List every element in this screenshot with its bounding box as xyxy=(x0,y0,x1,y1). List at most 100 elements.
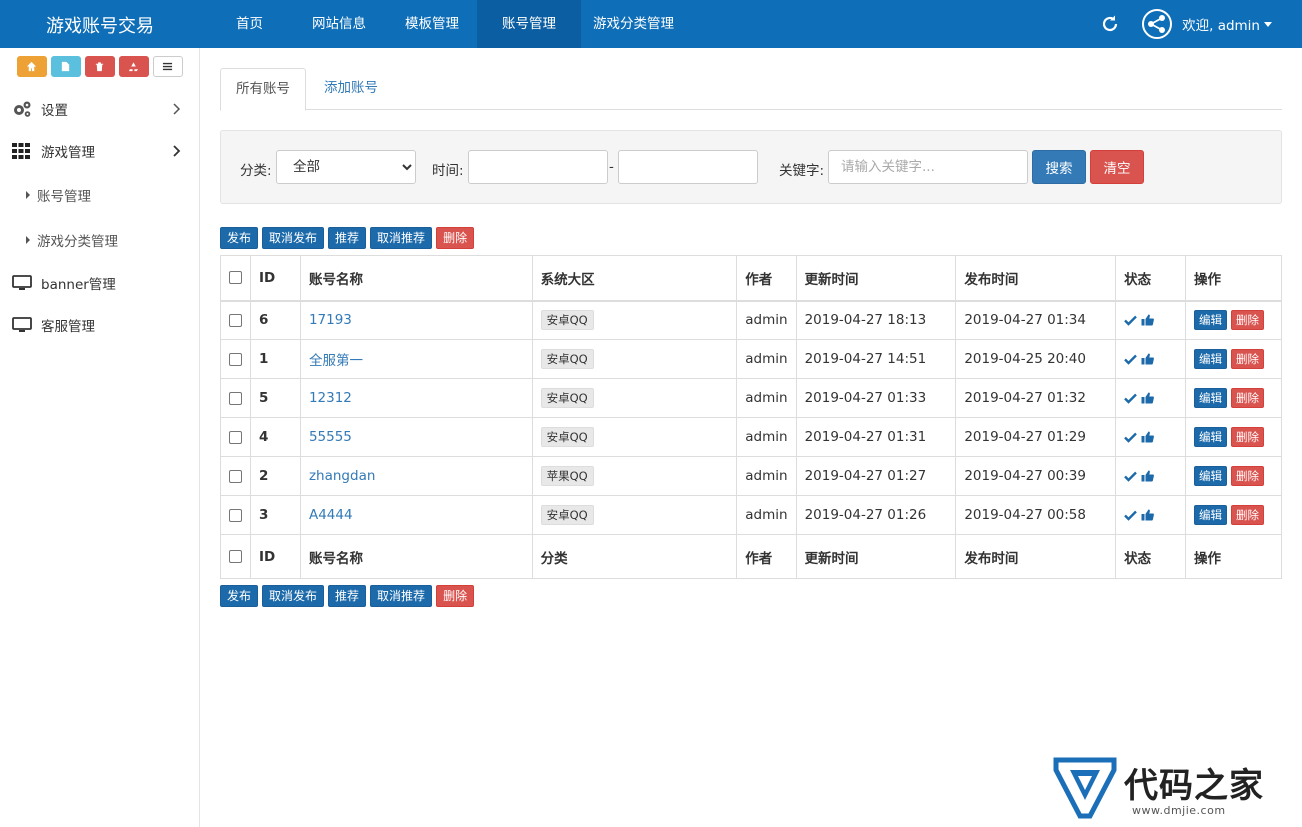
tab-all-accounts[interactable]: 所有账号 xyxy=(220,68,306,111)
trash-button[interactable] xyxy=(84,56,115,77)
account-name-link[interactable]: 12312 xyxy=(309,390,352,406)
filter-panel: 分类: 全部 时间: - 关键字: 搜索 清空 xyxy=(220,130,1282,204)
unrecommend-button[interactable]: 取消推荐 xyxy=(370,585,433,607)
edit-button[interactable]: 编辑 xyxy=(1194,349,1228,369)
sidebar-item-customer-service[interactable]: 客服管理 xyxy=(0,304,199,346)
watermark-logo: 代码之家 www.dmjie.com xyxy=(1052,756,1292,822)
recycle-button[interactable] xyxy=(118,56,149,77)
sidebar-item-label: 账号管理 xyxy=(37,188,91,205)
end-time-input[interactable] xyxy=(618,150,758,184)
row-checkbox[interactable] xyxy=(229,508,242,522)
refresh-icon[interactable] xyxy=(1100,14,1120,34)
keyword-input[interactable] xyxy=(828,150,1028,184)
unrecommend-button[interactable]: 取消推荐 xyxy=(370,227,433,249)
nav-game-category[interactable]: 游戏分类管理 xyxy=(581,0,686,48)
sidebar-item-label: banner管理 xyxy=(41,277,116,293)
zone-badge: 安卓QQ xyxy=(540,349,594,369)
account-name-link[interactable]: 全服第一 xyxy=(309,353,363,369)
header-name: 账号名称 xyxy=(299,255,533,302)
grid-icon xyxy=(12,143,30,159)
row-checkbox[interactable] xyxy=(229,391,242,405)
file-button[interactable] xyxy=(50,56,81,77)
thumbs-up-icon xyxy=(1141,353,1155,365)
chevron-right-icon xyxy=(173,103,181,115)
row-checkbox[interactable] xyxy=(229,352,242,366)
user-menu[interactable]: 欢迎, admin xyxy=(1142,9,1272,39)
row-select xyxy=(220,456,251,496)
edit-button[interactable]: 编辑 xyxy=(1194,466,1228,486)
edit-button[interactable]: 编辑 xyxy=(1194,427,1228,447)
sidebar-subitem-account[interactable]: 账号管理 xyxy=(0,172,199,217)
row-actions: 编辑 删除 xyxy=(1185,417,1282,457)
nav-site-info[interactable]: 网站信息 xyxy=(291,0,387,48)
row-status xyxy=(1115,417,1187,457)
start-time-input[interactable] xyxy=(468,150,608,184)
row-checkbox[interactable] xyxy=(229,469,242,483)
table-row: 5 12312 安卓QQ admin 2019-04-27 01:33 2019-04-2… xyxy=(220,378,1282,418)
sidebar-item-game-management[interactable]: 游戏管理 xyxy=(0,130,199,172)
edit-button[interactable]: 编辑 xyxy=(1194,505,1228,525)
tab-add-account[interactable]: 添加账号 xyxy=(306,68,396,110)
trash-icon xyxy=(95,62,104,72)
publish-button[interactable]: 发布 xyxy=(220,585,259,607)
search-button[interactable]: 搜索 xyxy=(1032,150,1086,184)
category-select[interactable]: 全部 xyxy=(276,150,416,184)
row-updated: 2019-04-27 01:33 xyxy=(795,378,957,418)
watermark-url: www.dmjie.com xyxy=(1132,804,1226,817)
publish-button[interactable]: 发布 xyxy=(220,227,259,249)
check-icon xyxy=(1124,354,1137,365)
sidebar-item-label: 客服管理 xyxy=(41,319,95,335)
row-delete-button[interactable]: 删除 xyxy=(1231,310,1265,331)
row-checkbox[interactable] xyxy=(229,430,242,444)
account-name-link[interactable]: 55555 xyxy=(309,429,352,445)
sidebar-subitem-game-category[interactable]: 游戏分类管理 xyxy=(0,217,199,262)
unpublish-button[interactable]: 取消发布 xyxy=(262,227,325,249)
check-icon xyxy=(1124,510,1137,521)
delete-button[interactable]: 删除 xyxy=(436,585,475,607)
triangle-right-icon xyxy=(26,190,30,199)
thumbs-up-icon xyxy=(1141,314,1155,326)
account-name-link[interactable]: zhangdan xyxy=(309,468,375,484)
list-button[interactable] xyxy=(152,56,183,77)
row-author: admin xyxy=(736,378,797,418)
sidebar-item-banner[interactable]: banner管理 xyxy=(0,262,199,304)
footer-published: 发布时间 xyxy=(955,534,1117,579)
table-row: 1 全服第一 安卓QQ admin 2019-04-27 14:51 2019-04-25… xyxy=(220,339,1282,379)
row-published: 2019-04-25 20:40 xyxy=(955,339,1117,379)
home-button[interactable] xyxy=(16,56,47,77)
row-delete-button[interactable]: 删除 xyxy=(1231,466,1265,486)
row-select xyxy=(220,417,251,457)
row-id: 2 xyxy=(250,456,301,496)
unpublish-button[interactable]: 取消发布 xyxy=(262,585,325,607)
row-delete-button[interactable]: 删除 xyxy=(1231,505,1265,525)
nav-account[interactable]: 账号管理 xyxy=(477,0,581,48)
top-navbar: 游戏账号交易 首页 网站信息 模板管理 账号管理 游戏分类管理 欢迎, admi… xyxy=(0,0,1302,48)
select-all-checkbox[interactable] xyxy=(229,550,242,563)
home-icon xyxy=(26,61,37,72)
sidebar-item-label: 游戏分类管理 xyxy=(37,233,118,250)
row-delete-button[interactable]: 删除 xyxy=(1231,427,1265,447)
row-delete-button[interactable]: 删除 xyxy=(1231,388,1265,408)
edit-button[interactable]: 编辑 xyxy=(1194,310,1228,331)
edit-button[interactable]: 编辑 xyxy=(1194,388,1228,408)
app-title[interactable]: 游戏账号交易 xyxy=(46,12,154,38)
recommend-button[interactable]: 推荐 xyxy=(328,585,367,607)
row-name-cell: 17193 xyxy=(299,300,533,340)
nav-template[interactable]: 模板管理 xyxy=(387,0,477,48)
user-greeting: 欢迎, admin xyxy=(1182,18,1260,34)
check-icon xyxy=(1124,471,1137,482)
clear-button[interactable]: 清空 xyxy=(1090,150,1144,184)
row-checkbox[interactable] xyxy=(229,313,242,327)
recommend-button[interactable]: 推荐 xyxy=(328,227,367,249)
header-published: 发布时间 xyxy=(955,255,1117,302)
row-delete-button[interactable]: 删除 xyxy=(1231,349,1265,369)
row-name-cell: 12312 xyxy=(299,378,533,418)
nav-home[interactable]: 首页 xyxy=(208,0,291,48)
gear-icon xyxy=(14,101,31,117)
delete-button[interactable]: 删除 xyxy=(436,227,475,249)
account-name-link[interactable]: A4444 xyxy=(309,507,353,523)
quick-buttons xyxy=(0,48,199,88)
select-all-checkbox[interactable] xyxy=(229,271,242,285)
account-name-link[interactable]: 17193 xyxy=(309,312,352,328)
sidebar-item-settings[interactable]: 设置 xyxy=(0,88,199,130)
